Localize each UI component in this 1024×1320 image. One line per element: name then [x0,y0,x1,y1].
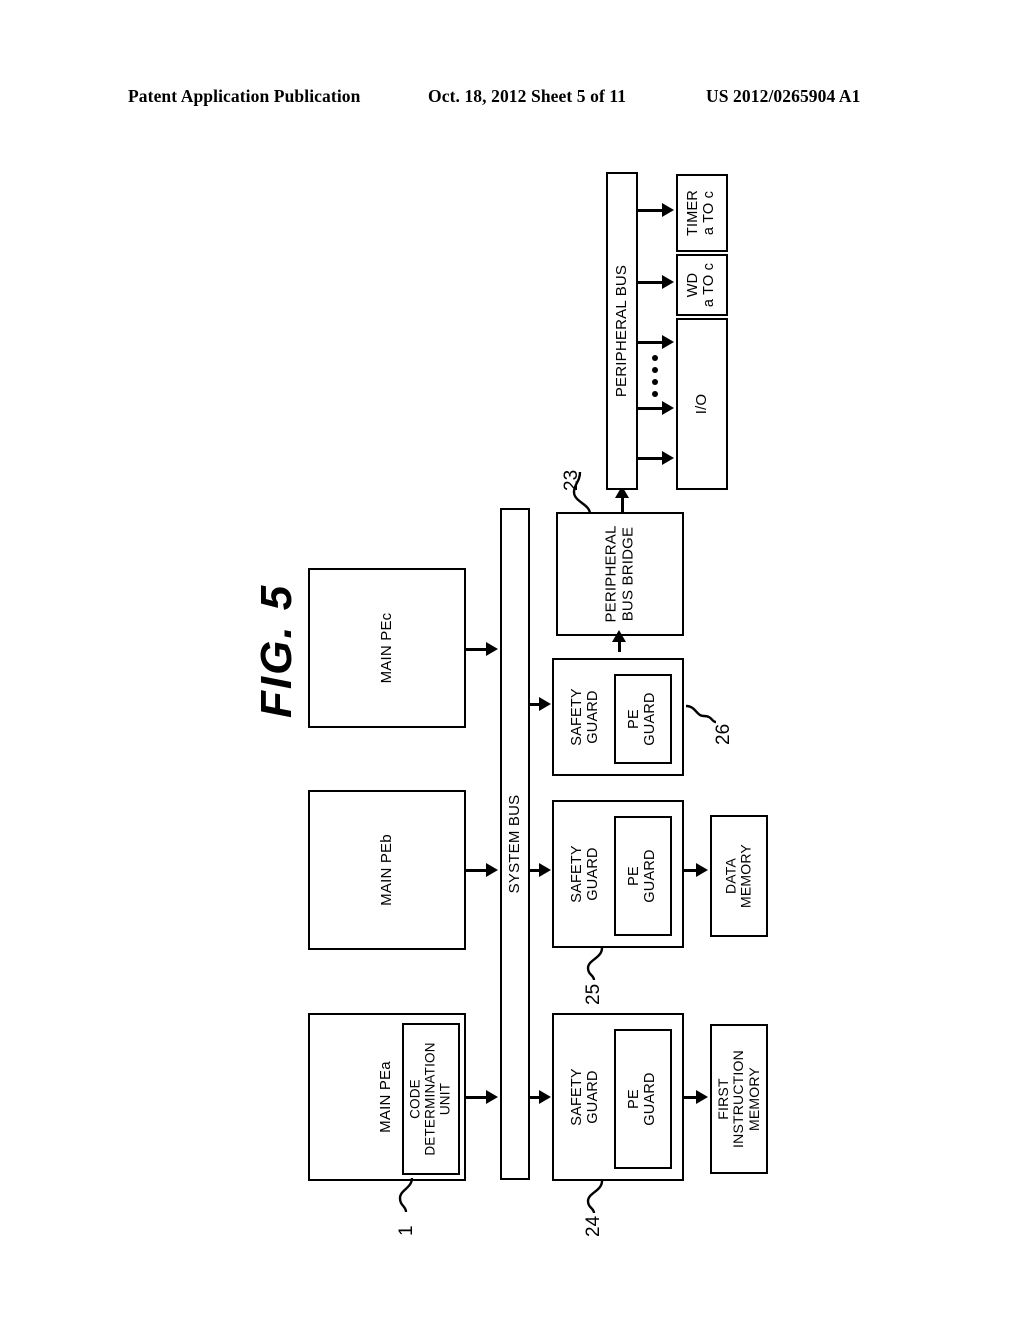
peripheral-bus-block: PERIPHERAL BUS [606,172,638,490]
leader-line-code-determination-unit [398,1177,414,1213]
leader-line-safety-guard-a [586,1180,604,1214]
arrowhead-pec-to-bus [486,642,498,656]
reference-numeral-1: 1 [396,1225,417,1236]
connector-peripheral-bus-to-watchdog [638,281,664,284]
connector-peripheral-bus-to-io-1 [638,341,664,344]
connector-peripheral-bus-to-timer [638,209,664,212]
arrowhead-bus-to-safety-guard-b [539,863,551,877]
arrowhead-bus-to-safety-guard-c [539,697,551,711]
connector-pec-to-bus [466,648,488,651]
timer-label: TIMER a TO c [685,189,717,237]
reference-numeral-24: 24 [583,1215,604,1237]
safety-guard-a-block: SAFETY GUARD PE GUARD [552,1013,684,1181]
code-determination-unit-block: CODE DETERMINATION UNIT [402,1023,460,1175]
code-determination-unit-label: CODE DETERMINATION UNIT [407,1042,453,1156]
connector-peripheral-bus-to-io-2 [638,407,664,410]
pe-guard-b-label: PE GUARD [626,849,658,903]
peripheral-bus-label: PERIPHERAL BUS [612,264,630,398]
figure-5-diagram: FIG. 5 MAIN PEa CODE DETERMINATION UNIT … [0,0,1024,1320]
arrowhead-peb-to-bus [486,863,498,877]
main-pe-a-label: MAIN PEa [376,1061,394,1133]
main-pe-c-block: MAIN PEc [308,568,466,728]
timer-block: TIMER a TO c [676,174,728,252]
safety-guard-c-block: SAFETY GUARD PE GUARD [552,658,684,776]
connector-peb-to-bus [466,869,488,872]
pe-guard-a-block: PE GUARD [614,1029,672,1169]
arrowhead-peripheral-bus-to-io-1 [662,335,674,349]
watchdog-block: WD a TO c [676,254,728,316]
connector-pea-to-bus [466,1096,488,1099]
arrowhead-pea-to-bus [486,1090,498,1104]
reference-numeral-23: 23 [561,469,582,491]
io-label: I/O [692,393,710,415]
arrowhead-peripheral-bus-to-io-3 [662,451,674,465]
ellipsis-dot-2 [652,367,658,373]
reference-numeral-25: 25 [583,983,604,1005]
safety-guard-c-label: SAFETY GUARD [569,688,601,746]
pe-guard-c-label: PE GUARD [626,692,658,746]
arrowhead-peripheral-bus-to-io-2 [662,401,674,415]
first-instruction-memory-block: FIRST INSTRUCTION MEMORY [710,1024,768,1174]
main-pe-a-block: MAIN PEa CODE DETERMINATION UNIT [308,1013,466,1181]
ellipsis-dot-1 [652,355,658,361]
system-bus-label: SYSTEM BUS [505,794,523,894]
peripheral-bus-bridge-block: PERIPHERAL BUS BRIDGE [556,512,684,636]
arrowhead-safety-guard-b-to-data-memory [696,863,708,877]
safety-guard-b-label: SAFETY GUARD [569,845,601,903]
safety-guard-a-label: SAFETY GUARD [569,1068,601,1126]
first-instruction-memory-label: FIRST INSTRUCTION MEMORY [714,1050,762,1148]
peripheral-bus-bridge-label: PERIPHERAL BUS BRIDGE [602,525,637,623]
figure-title: FIG. 5 [252,583,301,718]
arrowhead-safety-guard-c-to-bridge [612,630,626,642]
data-memory-label: DATA MEMORY [722,844,754,908]
pe-guard-a-label: PE GUARD [626,1072,658,1126]
connector-peripheral-bus-to-io-3 [638,457,664,460]
leader-line-safety-guard-b [586,947,604,981]
data-memory-block: DATA MEMORY [710,815,768,937]
arrowhead-peripheral-bus-to-timer [662,203,674,217]
pe-guard-c-block: PE GUARD [614,674,672,764]
arrowhead-safety-guard-a-to-first-instruction-memory [696,1090,708,1104]
ellipsis-dot-3 [652,379,658,385]
io-block: I/O [676,318,728,490]
main-pe-b-label: MAIN PEb [377,834,395,906]
ellipsis-dot-4 [652,391,658,397]
arrowhead-peripheral-bus-to-watchdog [662,275,674,289]
watchdog-label: WD a TO c [685,262,717,308]
safety-guard-b-block: SAFETY GUARD PE GUARD [552,800,684,948]
main-pe-c-label: MAIN PEc [377,612,395,684]
main-pe-b-block: MAIN PEb [308,790,466,950]
pe-guard-b-block: PE GUARD [614,816,672,936]
arrowhead-bus-to-safety-guard-a [539,1090,551,1104]
reference-numeral-26: 26 [713,723,734,745]
system-bus-block: SYSTEM BUS [500,508,530,1180]
